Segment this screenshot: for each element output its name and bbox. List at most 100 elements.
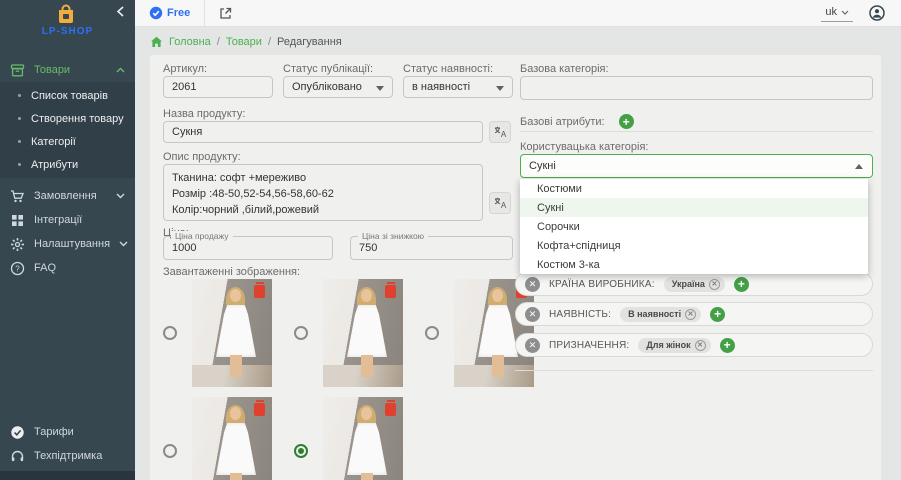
sidebar-item-product-list[interactable]: Список товарів bbox=[0, 84, 135, 107]
sidebar-item-tariffs[interactable]: Тарифи bbox=[0, 420, 135, 444]
remove-attribute-icon[interactable]: ✕ bbox=[525, 307, 540, 322]
discount-price-float-label: Ціна зі знижкою bbox=[358, 231, 428, 241]
add-value-button[interactable]: + bbox=[710, 307, 725, 322]
image-radio-5-selected[interactable] bbox=[294, 444, 308, 458]
remove-attribute-icon[interactable]: ✕ bbox=[525, 277, 540, 292]
sidebar-item-faq[interactable]: ? FAQ bbox=[0, 256, 135, 280]
topbar-right: uk bbox=[821, 4, 901, 22]
attribute-name: ПРИЗНАЧЕННЯ: bbox=[549, 340, 629, 351]
sidebar-item-attributes[interactable]: Атрибути bbox=[0, 153, 135, 176]
breadcrumb-separator: / bbox=[217, 36, 220, 48]
user-avatar-icon[interactable] bbox=[869, 5, 885, 21]
add-value-button[interactable]: + bbox=[720, 338, 735, 353]
sidebar-item-product-create[interactable]: Створення товару bbox=[0, 107, 135, 130]
logo-text: LP-SHOP bbox=[0, 26, 135, 37]
sale-price-field[interactable]: Ціна продажу 1000 bbox=[163, 236, 333, 260]
sidebar-item-categories[interactable]: Категорії bbox=[0, 130, 135, 153]
pub-status-select[interactable]: Опубліковано bbox=[283, 76, 393, 98]
description-textarea[interactable]: Тканина: софт +мереживо Розмір :48-50,52… bbox=[163, 164, 483, 221]
sale-price-float-label: Ціна продажу bbox=[171, 231, 233, 241]
sidebar-item-support[interactable]: Техпідтримка bbox=[0, 444, 135, 468]
bullet-icon bbox=[18, 94, 21, 97]
sku-input[interactable] bbox=[163, 76, 273, 98]
remove-value-icon[interactable]: ✕ bbox=[709, 279, 720, 290]
home-icon[interactable] bbox=[150, 36, 163, 48]
grid-icon bbox=[10, 213, 25, 228]
sidebar-item-label: Тарифи bbox=[34, 426, 74, 438]
image-radio-2[interactable] bbox=[294, 326, 308, 340]
image-radio-4[interactable] bbox=[163, 444, 177, 458]
remove-value-icon[interactable]: ✕ bbox=[695, 340, 706, 351]
attribute-row-purpose: ✕ ПРИЗНАЧЕННЯ: Для жінок ✕ + bbox=[515, 333, 873, 357]
attribute-chip-label: Україна bbox=[672, 279, 705, 289]
sale-price-value: 1000 bbox=[172, 242, 196, 254]
translate-button[interactable]: A bbox=[489, 192, 511, 214]
remove-value-icon[interactable]: ✕ bbox=[685, 309, 696, 320]
product-image-2 bbox=[323, 279, 403, 387]
product-image-1 bbox=[192, 279, 272, 387]
sidebar-item-settings[interactable]: Налаштування bbox=[0, 232, 135, 256]
product-name-input[interactable] bbox=[163, 121, 483, 143]
breadcrumb-home-link[interactable]: Головна bbox=[169, 36, 211, 48]
sidebar-item-orders[interactable]: Замовлення bbox=[0, 184, 135, 208]
attribute-chip: Для жінок ✕ bbox=[638, 338, 710, 353]
delete-image-icon[interactable] bbox=[385, 285, 396, 298]
chevron-down-icon bbox=[119, 241, 128, 247]
base-attrs-row: Базові атрибути: + bbox=[520, 114, 634, 129]
bullet-icon bbox=[18, 140, 21, 143]
attribute-chip-label: Для жінок bbox=[646, 340, 690, 350]
sidebar-item-products[interactable]: Товари bbox=[0, 58, 135, 82]
delete-image-icon[interactable] bbox=[254, 403, 265, 416]
image-radio-1[interactable] bbox=[163, 326, 177, 340]
chevron-down-icon bbox=[841, 10, 849, 15]
gear-icon bbox=[10, 237, 25, 252]
breadcrumb-separator: / bbox=[268, 36, 271, 48]
category-option-kostium3[interactable]: Костюм 3-ка bbox=[520, 255, 868, 274]
svg-text:A: A bbox=[500, 201, 506, 209]
sidebar-footer-strip bbox=[0, 471, 135, 480]
remove-attribute-icon[interactable]: ✕ bbox=[525, 338, 540, 353]
add-value-button[interactable]: + bbox=[734, 277, 749, 292]
plan-badge[interactable]: Free bbox=[135, 6, 204, 20]
breadcrumb-products-link[interactable]: Товари bbox=[226, 36, 262, 48]
category-option-kofta[interactable]: Кофта+спідниця bbox=[520, 236, 868, 255]
image-row-2 bbox=[163, 397, 403, 480]
sidebar-item-label: Атрибути bbox=[31, 159, 78, 171]
sidebar-collapse-icon[interactable] bbox=[116, 6, 125, 17]
sidebar-item-label: Техпідтримка bbox=[34, 450, 102, 462]
delete-image-icon[interactable] bbox=[385, 403, 396, 416]
category-option-kostiumy[interactable]: Костюми bbox=[520, 179, 868, 198]
language-select[interactable]: uk bbox=[821, 4, 853, 22]
translate-button[interactable]: A bbox=[489, 121, 511, 143]
sidebar-item-label: Замовлення bbox=[34, 190, 97, 202]
chevron-up-icon bbox=[116, 67, 125, 73]
cart-icon bbox=[10, 189, 25, 204]
shop-bag-icon bbox=[55, 4, 77, 24]
discount-price-value: 750 bbox=[359, 242, 377, 254]
sidebar-item-label: Створення товару bbox=[31, 113, 124, 125]
image-radio-3[interactable] bbox=[425, 326, 439, 340]
custom-category-label: Користувацька категорія: bbox=[520, 141, 648, 153]
avail-status-select[interactable]: в наявності bbox=[403, 76, 513, 98]
open-external-icon[interactable] bbox=[205, 7, 246, 20]
discount-price-field[interactable]: Ціна зі знижкою 750 bbox=[350, 236, 513, 260]
category-option-sukni[interactable]: Сукні bbox=[520, 198, 868, 217]
chevron-down-icon bbox=[116, 193, 125, 199]
sidebar-item-integrations[interactable]: Інтеграції bbox=[0, 208, 135, 232]
bullet-icon bbox=[18, 117, 21, 120]
custom-category-select[interactable]: Сукні bbox=[520, 154, 873, 178]
product-image-4 bbox=[192, 397, 272, 480]
sidebar-item-label: FAQ bbox=[34, 262, 56, 274]
base-attrs-label: Базові атрибути: bbox=[520, 116, 605, 128]
base-category-input[interactable] bbox=[520, 76, 873, 100]
sidebar-header: LP-SHOP bbox=[0, 0, 135, 46]
attribute-chip: В наявності✕ bbox=[620, 307, 701, 322]
delete-image-icon[interactable] bbox=[254, 285, 265, 298]
category-option-sorochky[interactable]: Сорочки bbox=[520, 217, 868, 236]
add-base-attribute-button[interactable]: + bbox=[619, 114, 634, 129]
avail-status-value: в наявності bbox=[412, 81, 470, 93]
check-circle-icon bbox=[10, 425, 25, 440]
product-edit-form: Артикул: Статус публікації: Опубліковано… bbox=[150, 55, 881, 480]
pub-status-label: Статус публікації: bbox=[283, 63, 373, 75]
product-image-5 bbox=[323, 397, 403, 480]
